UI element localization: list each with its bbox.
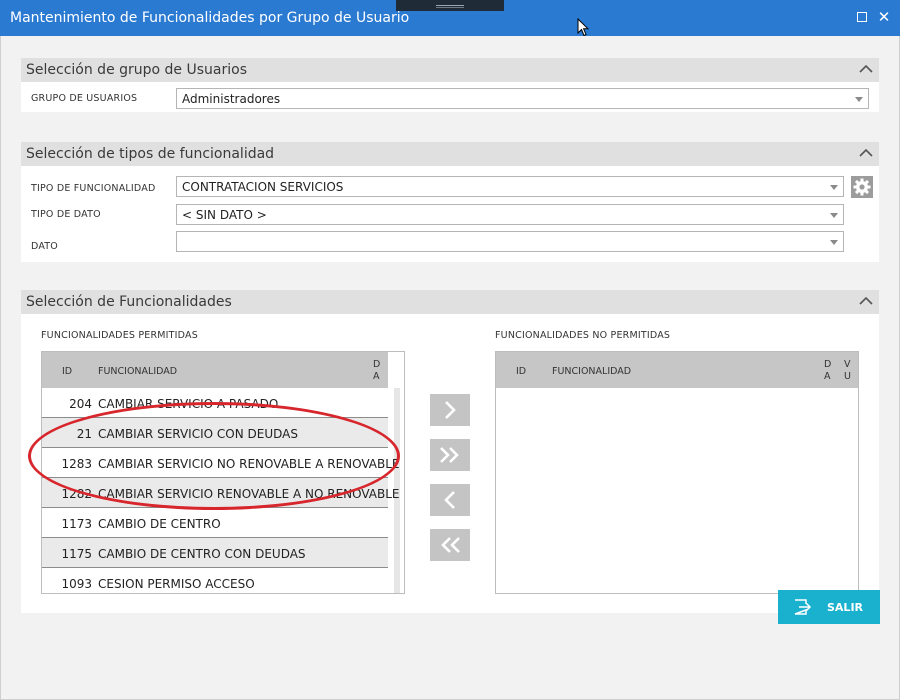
row-functionality: CAMBIAR SERVICIO NO RENOVABLE A RENOVABL… — [98, 457, 400, 471]
grip-icon — [436, 5, 464, 6]
user-group-panel-header[interactable]: Selección de grupo de Usuarios — [21, 58, 879, 82]
allowed-list-title: FUNCIONALIDADES PERMITIDAS — [41, 330, 198, 341]
user-group-value: Administradores — [182, 92, 281, 106]
table-row[interactable]: 1173 CAMBIO DE CENTRO — [42, 508, 388, 538]
move-all-right-button[interactable] — [430, 439, 470, 471]
gear-icon — [853, 178, 871, 196]
chevron-up-icon[interactable] — [858, 62, 874, 76]
denied-list-title: FUNCIONALIDADES NO PERMITIDAS — [495, 330, 671, 341]
exit-button-label: SALIR — [827, 601, 864, 614]
table-row[interactable]: 1175 CAMBIO DE CENTRO CON DEUDAS — [42, 538, 388, 568]
row-id: 1093 — [61, 577, 92, 591]
row-functionality: CAMBIO DE CENTRO CON DEUDAS — [98, 547, 306, 561]
row-id: 1282 — [61, 487, 92, 501]
window-titlebar: Mantenimiento de Funcionalidades por Gru… — [0, 0, 900, 37]
denied-col-v-top[interactable]: V — [844, 359, 851, 370]
chevron-up-icon[interactable] — [858, 294, 874, 308]
denied-col-id[interactable]: ID — [516, 366, 526, 377]
chevron-up-icon[interactable] — [858, 146, 874, 160]
dropdown-arrow-icon[interactable] — [830, 185, 838, 190]
maximize-button[interactable] — [857, 12, 867, 22]
row-id: 1173 — [61, 517, 92, 531]
functions-panel-header[interactable]: Selección de Funcionalidades — [21, 290, 879, 314]
allowed-functions-grid[interactable]: ID FUNCIONALIDAD D A 204 CAMBIAR SERVICI… — [41, 351, 405, 594]
mouse-cursor-icon — [577, 18, 589, 37]
chevron-left-icon — [444, 491, 455, 509]
denied-functions-grid[interactable]: ID FUNCIONALIDAD D A V U — [495, 351, 859, 594]
denied-col-d-top[interactable]: D — [824, 359, 831, 370]
data-select[interactable] — [176, 231, 844, 252]
row-functionality: CESION PERMISO ACCESO — [98, 577, 255, 591]
functions-panel-title: Selección de Funcionalidades — [26, 294, 232, 310]
user-group-panel-title: Selección de grupo de Usuarios — [26, 62, 247, 78]
denied-col-v-bottom[interactable]: U — [844, 371, 851, 382]
denied-col-d-bottom[interactable]: A — [824, 371, 831, 382]
table-row[interactable]: 204 CAMBIAR SERVICIO A PASADO — [42, 388, 388, 418]
row-id: 1175 — [61, 547, 92, 561]
move-selected-right-button[interactable] — [430, 394, 470, 426]
row-functionality: CAMBIO DE CENTRO — [98, 517, 221, 531]
table-row[interactable]: 21 CAMBIAR SERVICIO CON DEUDAS — [42, 418, 388, 448]
window-drag-tab[interactable] — [396, 0, 504, 11]
allowed-col-id[interactable]: ID — [62, 366, 72, 377]
func-type-value: CONTRATACION SERVICIOS — [182, 180, 344, 194]
user-group-label: GRUPO DE USUARIOS — [31, 93, 138, 104]
table-row[interactable]: 1283 CAMBIAR SERVICIO NO RENOVABLE A REN… — [42, 448, 400, 478]
func-types-panel-title: Selección de tipos de funcionalidad — [26, 146, 275, 162]
data-type-value: < SIN DATO > — [182, 208, 267, 222]
denied-grid-header: ID FUNCIONALIDAD D A V U — [496, 352, 858, 388]
row-functionality: CAMBIAR SERVICIO CON DEUDAS — [98, 427, 298, 441]
window-title: Mantenimiento de Funcionalidades por Gru… — [10, 10, 410, 26]
row-id: 1283 — [61, 457, 92, 471]
data-type-label: TIPO DE DATO — [31, 209, 101, 220]
move-selected-left-button[interactable] — [430, 484, 470, 516]
allowed-col-da-top[interactable]: D — [373, 359, 380, 370]
dropdown-arrow-icon[interactable] — [855, 97, 863, 102]
denied-col-functionality[interactable]: FUNCIONALIDAD — [552, 366, 631, 377]
double-chevron-left-icon — [441, 537, 460, 553]
allowed-col-da-bottom[interactable]: A — [373, 371, 380, 382]
data-label: DATO — [31, 241, 58, 252]
func-type-select[interactable]: CONTRATACION SERVICIOS — [176, 176, 844, 197]
user-group-select[interactable]: Administradores — [176, 88, 869, 109]
table-row[interactable]: 1093 CESION PERMISO ACCESO — [42, 568, 388, 593]
dropdown-arrow-icon[interactable] — [830, 213, 838, 218]
table-row[interactable]: 1282 CAMBIAR SERVICIO RENOVABLE A NO REN… — [42, 478, 400, 508]
settings-button[interactable] — [851, 176, 873, 198]
allowed-col-functionality[interactable]: FUNCIONALIDAD — [98, 366, 177, 377]
row-functionality: CAMBIAR SERVICIO A PASADO — [98, 397, 279, 411]
row-functionality: CAMBIAR SERVICIO RENOVABLE A NO RENOVABL… — [98, 487, 400, 501]
exit-icon — [794, 599, 812, 615]
func-type-label: TIPO DE FUNCIONALIDAD — [31, 183, 156, 194]
chevron-right-icon — [445, 401, 456, 419]
exit-button[interactable]: SALIR — [778, 590, 880, 624]
close-button[interactable]: ✕ — [876, 8, 892, 26]
row-id: 21 — [76, 427, 92, 441]
dropdown-arrow-icon[interactable] — [830, 240, 838, 245]
move-all-left-button[interactable] — [430, 529, 470, 561]
data-type-select[interactable]: < SIN DATO > — [176, 204, 844, 225]
double-chevron-right-icon — [440, 447, 459, 463]
func-types-panel-header[interactable]: Selección de tipos de funcionalidad — [21, 142, 879, 166]
row-id: 204 — [69, 397, 92, 411]
allowed-grid-header: ID FUNCIONALIDAD D A — [42, 352, 388, 388]
